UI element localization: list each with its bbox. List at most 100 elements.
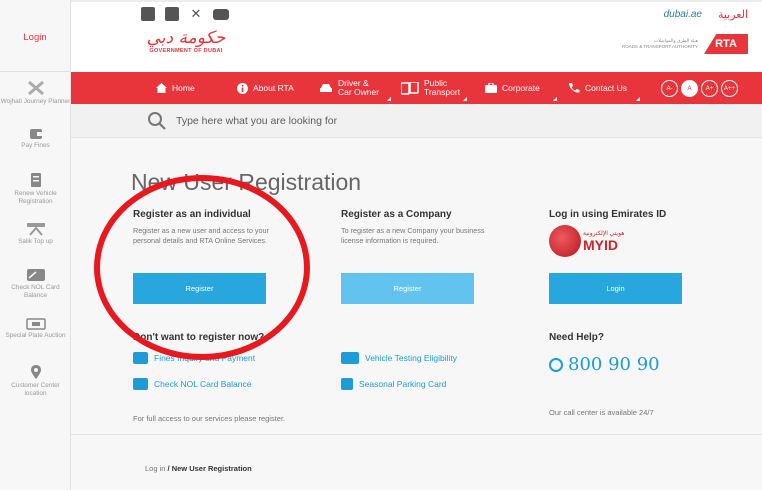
search-icon[interactable] (147, 111, 167, 131)
home-icon (156, 83, 167, 93)
call-center-note: Our call center is available 24/7 (549, 408, 654, 417)
search-input[interactable] (176, 112, 576, 130)
location-pin-icon (30, 365, 41, 379)
vehicle-testing-link[interactable]: Vehicle Testing Eligibility (341, 352, 457, 364)
divider (71, 434, 762, 435)
top-strip: ✕ dubai.ae العربية (71, 0, 762, 24)
register-company-button[interactable]: Register (341, 273, 474, 304)
nav-public-transport[interactable]: Public Transport (401, 72, 467, 104)
site-header: حكومة دبي GOVERNMENT OF DUBAI هيئة الطرق… (71, 24, 762, 72)
myid-text: MYID (583, 236, 618, 253)
font-largest-button[interactable]: A++ (721, 80, 738, 97)
nav-label-line2: Transport (424, 87, 461, 97)
nav-label: About RTA (253, 83, 294, 93)
briefcase-icon (485, 83, 497, 93)
font-size-controls: A- A A+ A++ (661, 80, 738, 97)
phone-number: 800 90 90 (568, 354, 660, 375)
search-bar (71, 104, 762, 138)
gov-logo-calligraphy: حكومة دبي (146, 28, 226, 48)
left-sidebar: Login Wojhati Journey Planner Pay Fines … (0, 0, 71, 490)
phone-icon (569, 83, 580, 93)
sidebar-item-label: Wojhati Journey Planner (0, 98, 71, 105)
nav-home[interactable]: Home (156, 72, 195, 104)
myid-logo: هويتي الإلكترونية MYID (549, 225, 624, 257)
call-center-phone[interactable]: 800 90 90 (549, 354, 660, 375)
font-larger-button[interactable]: A+ (701, 80, 718, 97)
nav-label-line2: Car Owner (338, 87, 380, 97)
nol-card-icon (133, 378, 148, 390)
sidebar-item-label: Renew Vehicle Registration (14, 190, 57, 205)
company-title: Register as a Company (341, 209, 452, 220)
page-title: New User Registration (131, 169, 362, 195)
dropdown-indicator-icon (636, 97, 640, 101)
nav-label: Corporate (502, 83, 540, 93)
breadcrumb-login-link[interactable]: Log in (145, 464, 165, 473)
nol-balance-link[interactable]: Check NOL Card Balance (133, 378, 251, 390)
dropdown-indicator-icon (553, 97, 557, 101)
sidebar-item-plate-auction[interactable]: Special Plate Auction (0, 318, 71, 340)
car-icon (320, 84, 332, 92)
document-icon (30, 173, 41, 187)
full-access-note: For full access to our services please r… (133, 414, 286, 423)
seasonal-parking-link[interactable]: Seasonal Parking Card (341, 378, 446, 390)
sidebar-item-nol-balance[interactable]: Check NOL Card Balance (0, 268, 71, 300)
sidebar-item-journey-planner[interactable]: Wojhati Journey Planner (0, 80, 71, 106)
nav-contact-us[interactable]: Contact Us (568, 72, 640, 104)
nav-corporate[interactable]: Corporate (485, 72, 557, 104)
login-link[interactable]: Login (0, 0, 70, 72)
sidebar-item-label: Special Plate Auction (5, 332, 66, 339)
sidebar-item-renew-vehicle[interactable]: Renew Vehicle Registration (0, 172, 71, 206)
arabic-language-link[interactable]: العربية (718, 8, 748, 21)
car-testing-icon (341, 352, 359, 364)
instagram-icon[interactable] (165, 7, 179, 21)
dropdown-indicator-icon (463, 97, 467, 101)
sidebar-item-pay-fines[interactable]: Pay Fines (0, 128, 71, 150)
myid-globe-icon (549, 225, 581, 257)
nav-label: Contact Us (585, 83, 628, 93)
skip-registration-title: Don't want to register now? (133, 332, 265, 343)
emirates-id-login-button[interactable]: Login (549, 273, 682, 304)
fines-inquiry-link[interactable]: Fines Inquiry and Payment (133, 352, 255, 364)
font-smaller-button[interactable]: A- (661, 80, 678, 97)
fines-icon (133, 352, 148, 364)
nav-driver-car-owner[interactable]: Driver & Car Owner (319, 72, 391, 104)
company-description: To register as a new Company your busine… (341, 226, 485, 245)
font-default-button[interactable]: A (681, 80, 698, 97)
wallet-icon (29, 129, 42, 139)
facebook-icon[interactable] (141, 7, 155, 21)
emirates-id-title: Log in using Emirates ID (549, 209, 667, 220)
bus-icon (401, 81, 419, 95)
link-label: Check NOL Card Balance (154, 379, 252, 389)
sidebar-item-label: Check NOL Card Balance (11, 284, 60, 299)
parking-icon (341, 378, 353, 390)
main-navigation: Home About RTA Driver & Car Owner Public… (71, 72, 762, 104)
dropdown-indicator-icon (387, 97, 391, 101)
link-label: Fines Inquiry and Payment (154, 353, 256, 363)
sidebar-item-label: Customer Center location (11, 382, 60, 397)
info-icon (237, 82, 248, 94)
rta-logo[interactable]: هيئة الطرق والمواصلات ROADS & TRANSPORT … (622, 34, 748, 54)
individual-title: Register as an individual (133, 209, 251, 220)
sidebar-item-label: Salik Top up (18, 238, 53, 245)
link-label: Vehicle Testing Eligibility (365, 353, 457, 363)
gov-logo-caption: GOVERNMENT OF DUBAI (149, 48, 223, 54)
clock-icon (549, 357, 563, 372)
dubai-ae-logo[interactable]: dubai.ae (664, 9, 702, 20)
social-links: ✕ (141, 7, 229, 21)
twitter-icon[interactable]: ✕ (189, 7, 203, 21)
breadcrumb-current: New User Registration (171, 464, 252, 473)
government-of-dubai-logo[interactable]: حكومة دبي GOVERNMENT OF DUBAI (141, 28, 231, 54)
route-icon (27, 80, 44, 96)
link-label: Seasonal Parking Card (359, 379, 447, 389)
rta-name-english: ROADS & TRANSPORT AUTHORITY (621, 44, 698, 49)
main-content: New User Registration Register as an ind… (71, 138, 762, 490)
youtube-icon[interactable] (213, 9, 229, 20)
sidebar-item-label: Pay Fines (21, 142, 50, 149)
need-help-title: Need Help? (549, 332, 605, 343)
individual-description: Register as a new user and access to you… (133, 226, 269, 245)
register-individual-button[interactable]: Register (133, 273, 266, 304)
sidebar-item-salik[interactable]: Salik Top up (0, 222, 71, 246)
rta-mark: RTA (704, 34, 748, 54)
sidebar-item-customer-center[interactable]: Customer Center location (0, 364, 71, 398)
nav-about-rta[interactable]: About RTA (237, 72, 294, 104)
